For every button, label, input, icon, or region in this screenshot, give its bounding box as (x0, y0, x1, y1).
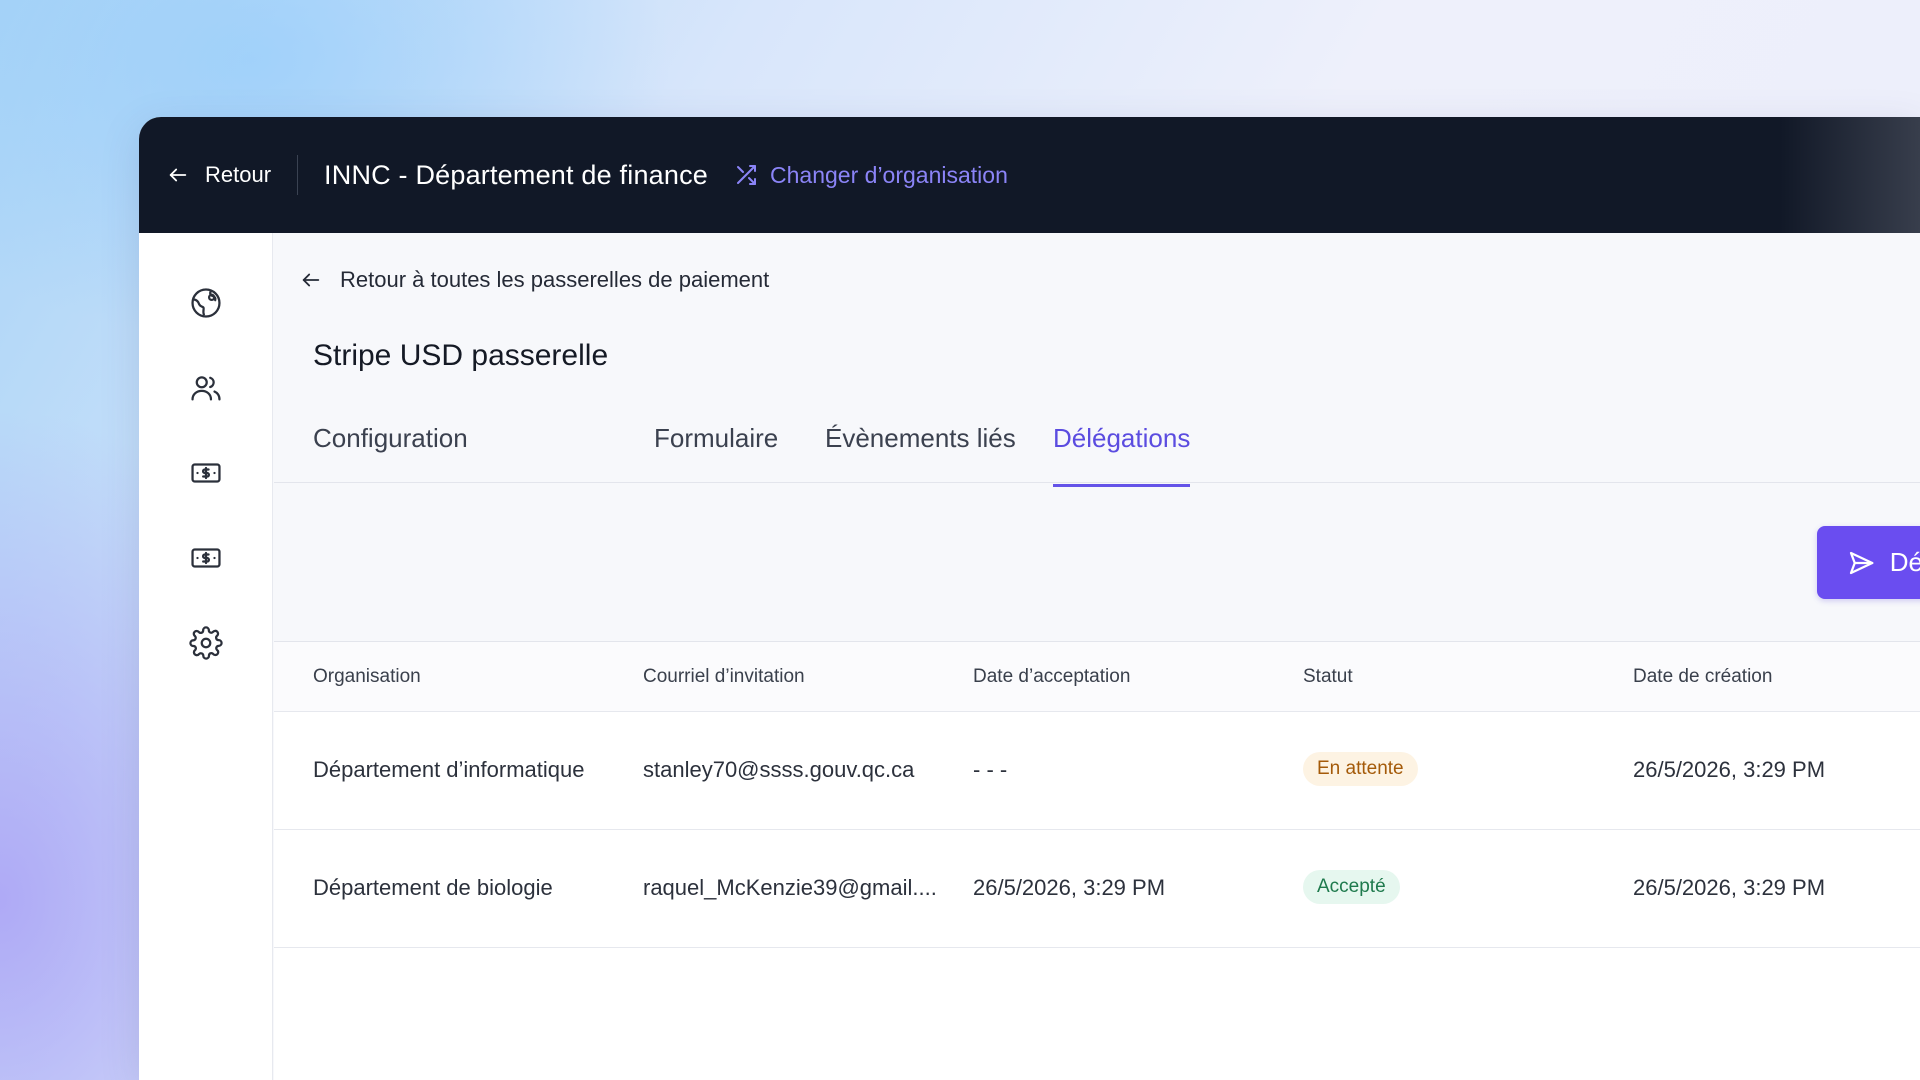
cell-acceptance-date: - - - (973, 757, 1008, 782)
users-icon (191, 376, 221, 401)
sidebar-item-settings[interactable] (186, 623, 226, 663)
sidebar (139, 233, 273, 1080)
app-window: Retour INNC - Département de finance Cha… (139, 117, 1920, 1080)
tab-linked-events[interactable]: Évènements liés (825, 423, 1016, 484)
sidebar-item-globe[interactable] (186, 283, 226, 323)
organization-title: INNC - Département de finance (324, 159, 709, 190)
switch-organization-link[interactable]: Changer d’organisation (734, 162, 1008, 189)
sidebar-item-users[interactable] (186, 368, 226, 408)
cell-creation-date: 26/5/2026, 3:29 PM (1633, 757, 1826, 782)
cell-organisation: Département de biologie (313, 875, 553, 900)
cell-email: raquel_McKenzie39@gmail.... (643, 875, 937, 900)
tab-formulaire[interactable]: Formulaire (654, 423, 778, 484)
table-row[interactable]: Département de biologie raquel_McKenzie3… (274, 830, 1920, 948)
sidebar-item-gateways[interactable] (186, 538, 226, 578)
cash-icon (191, 463, 221, 483)
back-to-gateways-label: Retour à toutes les passerelles de paiem… (340, 267, 770, 292)
status-badge: Accepté (1303, 870, 1400, 904)
delegations-table: Organisation Courriel d’invitation Date … (274, 641, 1920, 1080)
gear-icon (189, 626, 223, 660)
divider (297, 155, 299, 195)
tab-bar: Configuration Formulaire Évènements liés… (274, 394, 1920, 487)
back-button[interactable]: Retour (167, 162, 271, 188)
cell-creation-date: 26/5/2026, 3:29 PM (1633, 875, 1826, 900)
delegate-button-label: Déléguer (1889, 547, 1920, 577)
delegate-button[interactable]: Déléguer (1817, 526, 1920, 599)
cell-acceptance-date: 26/5/2026, 3:29 PM (973, 875, 1166, 900)
main-content: Retour à toutes les passerelles de paiem… (274, 233, 1920, 1080)
sidebar-item-payments[interactable] (186, 453, 226, 493)
cell-email: stanley70@ssss.gouv.qc.ca (643, 757, 915, 782)
globe-icon (191, 288, 221, 318)
shuffle-icon (737, 165, 757, 185)
tab-delegations[interactable]: Délégations (1053, 423, 1191, 487)
cash-icon (191, 548, 221, 568)
back-button-label: Retour (205, 162, 272, 187)
column-header-creation-date[interactable]: Date de création (1633, 666, 1772, 688)
tab-configuration[interactable]: Configuration (313, 423, 468, 484)
column-header-organisation[interactable]: Organisation (313, 666, 421, 688)
arrow-left-icon (302, 273, 320, 287)
cell-organisation: Département d’informatique (313, 757, 585, 782)
top-bar: Retour INNC - Département de finance Cha… (139, 117, 1920, 233)
arrow-left-icon (169, 168, 187, 182)
table-header: Organisation Courriel d’invitation Date … (274, 642, 1920, 712)
page-title: Stripe USD passerelle (313, 339, 609, 372)
table-row[interactable]: Département d’informatique stanley70@sss… (274, 712, 1920, 830)
actions-bar: Déléguer (274, 483, 1920, 641)
switch-organization-label: Changer d’organisation (770, 161, 1008, 188)
send-icon (1849, 551, 1874, 574)
column-header-status[interactable]: Statut (1303, 666, 1353, 688)
column-header-acceptance-date[interactable]: Date d’acceptation (973, 666, 1130, 688)
column-header-email[interactable]: Courriel d’invitation (643, 666, 805, 688)
back-to-gateways-link[interactable]: Retour à toutes les passerelles de paiem… (300, 267, 769, 293)
status-badge: En attente (1303, 752, 1418, 786)
